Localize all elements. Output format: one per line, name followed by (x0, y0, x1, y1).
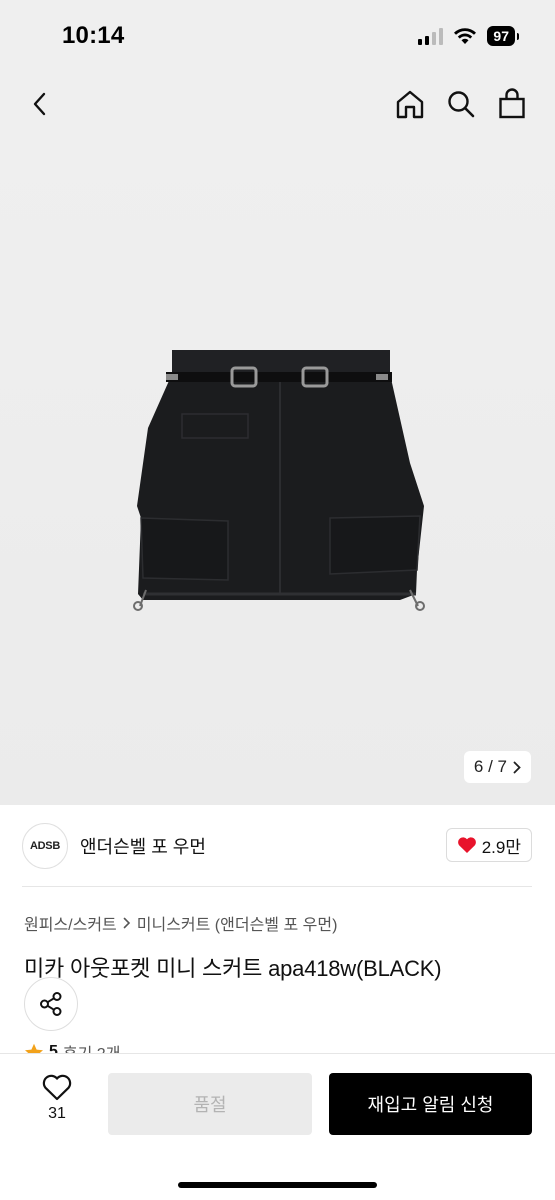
home-indicator[interactable] (178, 1182, 377, 1188)
battery-indicator: 97 (487, 26, 519, 46)
status-time: 10:14 (62, 22, 125, 49)
image-counter[interactable]: 6 / 7 (463, 751, 531, 783)
soldout-button: 품절 (108, 1073, 312, 1135)
brand-name[interactable]: 앤더슨벨 포 우먼 (80, 833, 206, 859)
wifi-icon (454, 28, 477, 44)
brand-like-count: 2.9만 (481, 837, 521, 857)
back-button[interactable] (20, 84, 60, 124)
chevron-right-icon (513, 761, 521, 773)
bottom-action-bar: 31 품절 재입고 알림 신청 (0, 1053, 555, 1200)
breadcrumb: 원피스/스커트 미니스커트 (앤더슨벨 포 우먼) (24, 911, 337, 935)
search-button[interactable] (441, 84, 481, 124)
product-title: 미카 아웃포켓 미니 스커트 apa418w(BLACK) (24, 956, 442, 981)
wishlist-count: 31 (48, 1105, 66, 1122)
product-image-gallery[interactable]: 6 / 7 (0, 138, 555, 805)
chevron-right-icon (123, 917, 130, 929)
divider (22, 886, 532, 887)
brand-row[interactable]: ADSB 앤더슨벨 포 우먼 2.9만 (22, 820, 532, 872)
brand-logo[interactable]: ADSB (22, 823, 68, 869)
nav-bar (0, 72, 555, 138)
home-button[interactable] (390, 84, 430, 124)
home-icon (396, 90, 424, 119)
heart-filled-icon (457, 837, 476, 853)
cellular-signal-icon (418, 27, 444, 45)
heart-outline-icon (42, 1074, 72, 1101)
brand-like-button[interactable]: 2.9만 (445, 828, 532, 862)
skirt-product-image (133, 350, 425, 611)
status-bar: 10:14 97 (0, 0, 555, 72)
search-icon (448, 91, 475, 118)
restock-alert-button[interactable]: 재입고 알림 신청 (329, 1073, 532, 1135)
image-counter-text: 6 / 7 (473, 757, 507, 776)
breadcrumb-category[interactable]: 원피스/스커트 (24, 911, 117, 935)
breadcrumb-subcategory[interactable]: 미니스커트 (앤더슨벨 포 우먼) (137, 911, 338, 935)
status-icons: 97 (418, 26, 519, 46)
shopping-bag-icon (499, 88, 525, 119)
share-button[interactable] (24, 977, 78, 1031)
share-icon (40, 992, 62, 1016)
cart-button[interactable] (492, 84, 532, 124)
back-icon (33, 92, 46, 116)
wishlist-button[interactable]: 31 (30, 1074, 84, 1123)
